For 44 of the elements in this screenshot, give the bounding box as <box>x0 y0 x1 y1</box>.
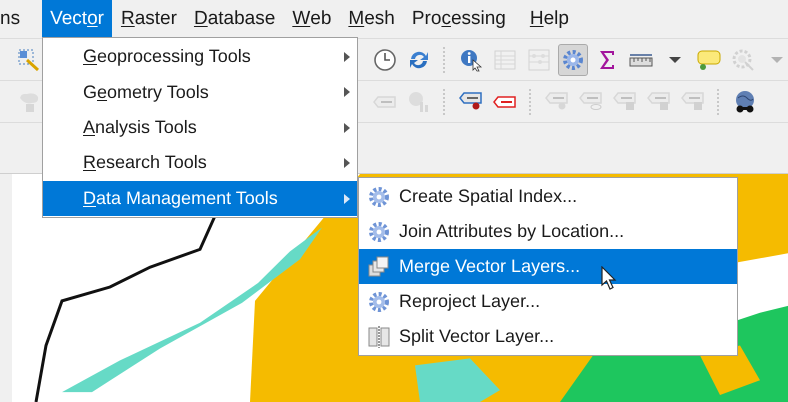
menu-item[interactable]: Join Attributes by Location... <box>359 214 737 249</box>
label-eye-icon <box>579 92 603 111</box>
menubar-item[interactable]: Raster <box>112 0 185 38</box>
menu-item[interactable]: Data Management Tools <box>43 180 357 216</box>
menubar-item[interactable]: Web <box>284 0 340 38</box>
label-edit-icon <box>681 92 705 111</box>
label-rotate-icon <box>647 92 671 111</box>
label-icon <box>373 96 397 108</box>
info-icon <box>459 48 483 72</box>
label-icon <box>493 96 517 108</box>
menu-item[interactable]: Reproject Layer... <box>359 284 737 319</box>
table-icon <box>493 48 517 72</box>
menubar-item[interactable]: Vector <box>42 0 112 38</box>
menubar-item[interactable]: ns <box>0 0 28 38</box>
menu-item[interactable]: Geometry Tools <box>43 74 357 110</box>
gear-icon <box>561 48 585 72</box>
layers-icon <box>367 254 391 278</box>
menu-item[interactable]: Merge Vector Layers... <box>359 249 737 284</box>
label-pin-icon <box>459 92 483 111</box>
magnifier-icon <box>731 48 755 72</box>
globe-binoculars-icon <box>733 90 757 114</box>
menu-item[interactable]: Geoprocessing Tools <box>43 39 357 74</box>
label-arrow-icon <box>613 92 637 111</box>
chart-icon <box>407 90 431 114</box>
clock-icon <box>373 48 397 72</box>
menubar-item[interactable]: Help <box>522 0 577 38</box>
selection-icon <box>17 48 41 72</box>
menubar-item[interactable]: Database <box>186 0 284 38</box>
mouse-pointer-icon <box>601 266 617 290</box>
label-pin-icon <box>545 92 569 111</box>
menu-item[interactable]: Analysis Tools <box>43 110 357 146</box>
menu-item[interactable]: Create Spatial Index... <box>359 179 737 214</box>
menubar-item[interactable]: Processing <box>404 0 514 38</box>
gear-icon <box>367 184 391 208</box>
menu-item[interactable]: Split Vector Layer... <box>359 319 737 354</box>
gear-icon <box>367 290 391 314</box>
caret-icon <box>669 56 681 62</box>
menu-item[interactable]: Research Tools <box>43 145 357 181</box>
gear-icon <box>367 220 391 244</box>
split-icon <box>367 324 391 348</box>
speech-bubble-icon <box>697 48 721 72</box>
menubar-item[interactable]: Mesh <box>340 0 403 38</box>
caret-icon <box>771 56 783 62</box>
abacus-icon <box>527 48 551 72</box>
